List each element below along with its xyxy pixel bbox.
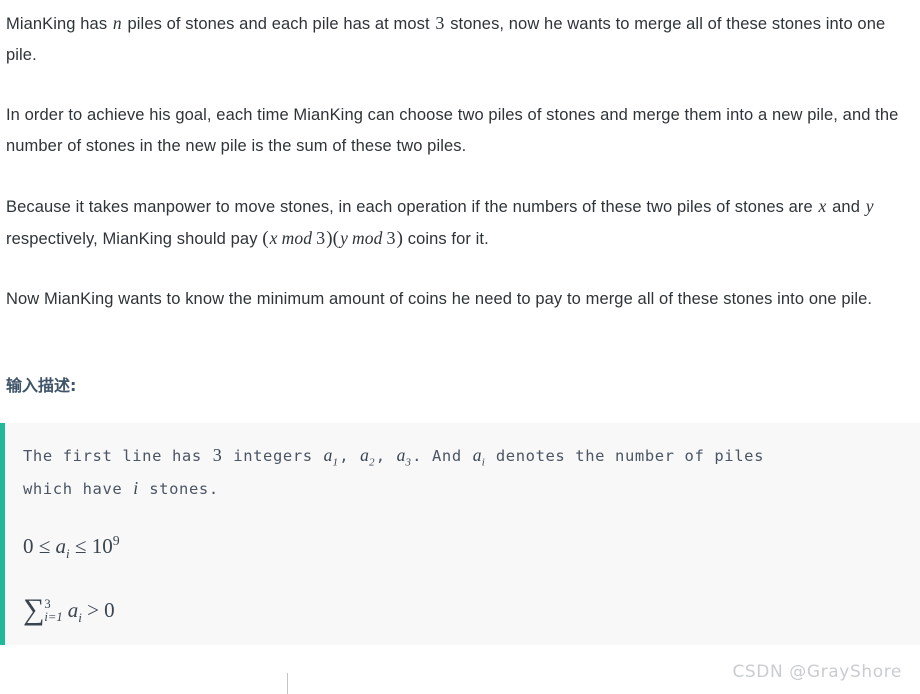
csdn-watermark: CSDN @GrayShore (732, 662, 902, 682)
post-heading-spacer (0, 397, 920, 423)
p2-text: In order to achieve his goal, each time … (6, 106, 899, 155)
line1-a3-base: a (396, 445, 406, 465)
f1-ten-base: 10 (91, 534, 113, 558)
input-desc-line-1: The first line has 3 integers a1, a2, a3… (23, 439, 904, 472)
p3-text-suffix: coins for it. (407, 230, 489, 248)
p3-text-and: and (832, 198, 860, 216)
line1-a1: a1 (323, 445, 340, 468)
input-description-heading: 输入描述: (6, 376, 77, 395)
text-caret-divider (287, 673, 288, 694)
line1-part3: . And (412, 447, 472, 465)
line2-part2: stones. (139, 480, 219, 498)
f2-a-sub: i (78, 610, 82, 626)
f1-le-2: ≤ (74, 534, 87, 558)
line2-part1: which have (23, 480, 133, 498)
line1-a3-sub: 3 (405, 456, 412, 469)
f1-zero: 0 (23, 534, 34, 558)
heading-spacer (0, 315, 920, 375)
math-expr-y: y (340, 228, 349, 248)
line1-ai-base: a (472, 445, 482, 465)
math-mod-operator-1: mod (281, 228, 313, 248)
line1-ai-sub: i (481, 456, 485, 469)
line1-comma1: , (339, 447, 360, 465)
summation-limits: 3 i=1 (44, 597, 63, 625)
math-mod-operator-2: mod (352, 228, 383, 248)
p1-text-mid: piles of stones and each pile has at mos… (127, 15, 430, 33)
problem-paragraph-1: MianKing has n piles of stones and each … (0, 8, 920, 71)
line1-part4: denotes the number of piles (485, 447, 764, 465)
summation-lower-limit: i=1 (44, 610, 63, 625)
line1-a2-sub: 2 (369, 456, 375, 469)
math-expr-x: x (269, 228, 278, 248)
line1-a1-base: a (323, 445, 333, 465)
math-paren-open: ( (262, 228, 269, 249)
math-number-three: 3 (435, 13, 445, 33)
p3-text-mid: respectively, MianKing should pay (6, 230, 258, 248)
f1-ten-exponent: 9 (112, 533, 120, 548)
line1-a2-base: a (360, 445, 370, 465)
problem-paragraph-4: Now MianKing wants to know the minimum a… (0, 284, 920, 315)
problem-paragraph-3: Because it takes manpower to move stones… (0, 191, 920, 255)
f1-a-base: a (55, 534, 67, 558)
document-page: MianKing has n piles of stones and each … (0, 0, 920, 694)
line1-number-three: 3 (212, 445, 223, 465)
input-desc-line-2: which have i stones. (23, 472, 904, 505)
p4-text: Now MianKing wants to know the minimum a… (6, 290, 873, 308)
p3-text-prefix: Because it takes manpower to move stones… (6, 198, 813, 216)
top-spacer (0, 0, 920, 8)
math-variable-y: y (865, 196, 874, 216)
math-expr-three-b: 3 (386, 228, 396, 248)
summation-sigma-icon: ∑ (23, 593, 45, 626)
math-variable-x: x (818, 196, 827, 216)
problem-paragraph-2: In order to achieve his goal, each time … (0, 100, 920, 162)
f2-greater-than: > (87, 598, 99, 622)
line1-a2: a2 (359, 445, 376, 468)
line1-comma2: , (375, 447, 396, 465)
input-description-block: The first line has 3 integers a1, a2, a3… (0, 423, 920, 646)
line1-a3: a3 (396, 445, 413, 468)
math-paren-close: ) (396, 228, 404, 249)
line1-part2: integers (223, 447, 323, 465)
constraint-formula-sum: ∑ 3 i=1 ai > 0 (23, 593, 904, 625)
line1-part1: The first line has (23, 447, 212, 465)
math-expr-three-a: 3 (316, 228, 326, 248)
line1-ai: ai (472, 445, 486, 468)
f1-a-sub: i (66, 546, 70, 562)
constraint-formula-range: 0 ≤ ai ≤ 109 (23, 531, 904, 561)
f1-a-i: ai (55, 534, 70, 562)
f1-le-1: ≤ (38, 534, 51, 558)
f2-zero: 0 (104, 598, 115, 622)
math-variable-n: n (112, 13, 122, 33)
f2-a-base: a (67, 598, 79, 622)
math-paren-middle: )( (326, 228, 340, 249)
f1-ten: 109 (92, 534, 120, 558)
p1-text-prefix: MianKing has (6, 15, 108, 33)
line1-a1-sub: 1 (332, 456, 339, 469)
f2-a-i: ai (67, 598, 82, 626)
